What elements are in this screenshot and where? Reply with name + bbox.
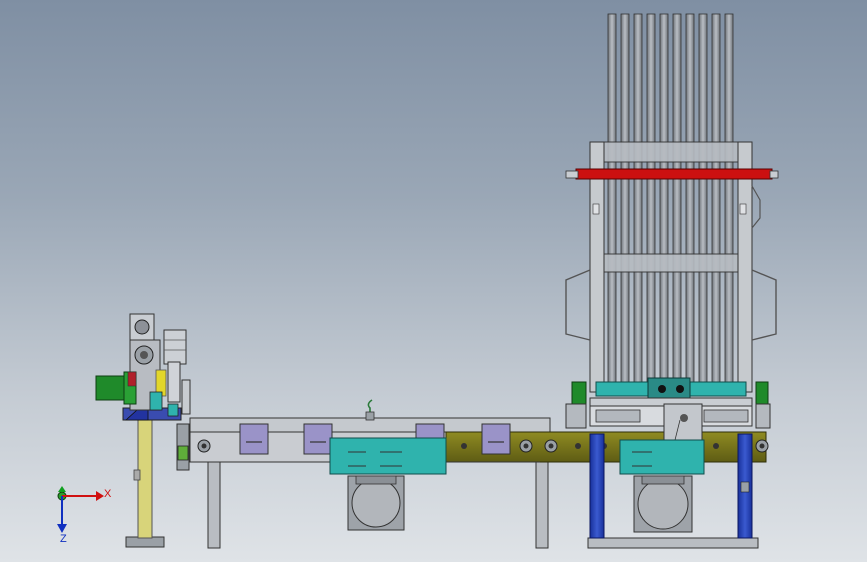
lavender-plate: [239, 423, 269, 455]
upright-rack: [607, 13, 734, 395]
cad-viewport[interactable]: X Z: [0, 0, 867, 562]
lavender-plate: [481, 423, 511, 455]
side-handle: [751, 269, 777, 341]
z-axis-label: Z: [60, 533, 67, 545]
lavender-plate: [303, 423, 333, 455]
red-bar: [575, 168, 773, 180]
conveyor-leg: [207, 459, 221, 549]
cyan-mount-block: [619, 439, 705, 475]
cyan-mount-block: [329, 437, 447, 475]
x-axis-arrow: [96, 491, 104, 501]
side-handle: [565, 269, 591, 341]
conveyor-leg: [535, 459, 549, 549]
blue-post: [589, 433, 605, 539]
center-drive-unit: [329, 437, 447, 531]
y-axis-arrow: [58, 486, 66, 492]
green-motor: [95, 375, 127, 401]
left-feeder-unit: [95, 313, 191, 548]
z-axis-arrow: [57, 524, 67, 533]
x-axis-label: X: [104, 488, 112, 500]
assembly-drawing: X Z: [57, 13, 779, 549]
magazine-stacker: [565, 13, 779, 549]
axis-triad: X Z: [57, 486, 112, 545]
stacker-base: [587, 537, 759, 549]
